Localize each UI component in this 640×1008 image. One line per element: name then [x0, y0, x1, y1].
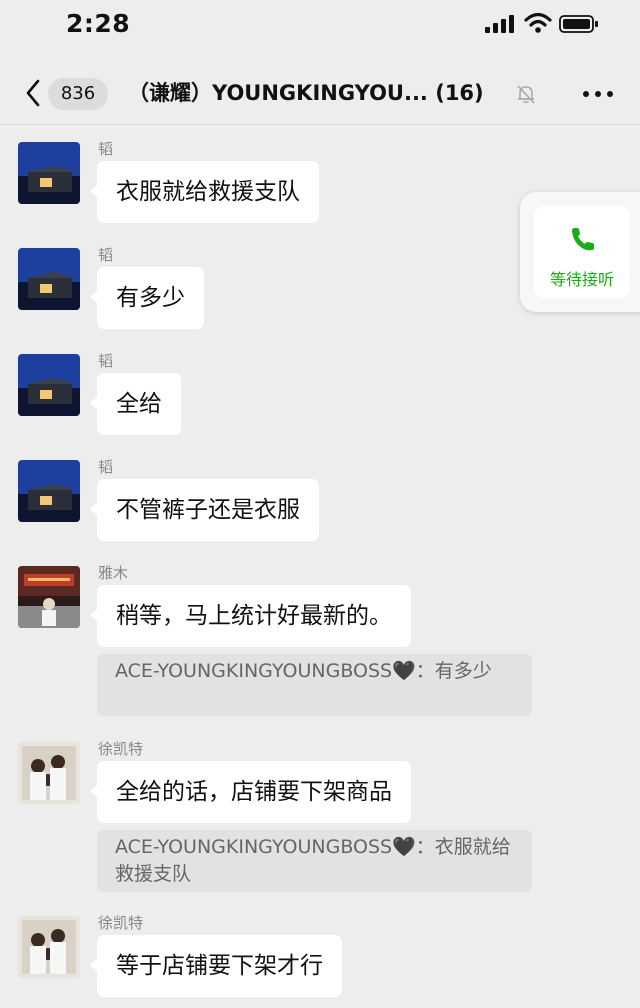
- avatar[interactable]: [18, 916, 80, 978]
- sender-name: 徐凯特: [98, 740, 144, 758]
- back-arrow-icon[interactable]: [20, 76, 50, 110]
- battery-icon: [559, 15, 598, 33]
- sender-name: 韬: [98, 140, 114, 158]
- wifi-icon: [524, 12, 552, 33]
- chat-header: 836 （谦耀）YOUNGKINGYOU... (16): [0, 62, 640, 125]
- message-bubble[interactable]: 全给: [90, 373, 181, 435]
- voice-call-widget[interactable]: 等待接听: [520, 192, 640, 312]
- mute-bell-icon: [517, 85, 535, 104]
- message-bubble[interactable]: 有多少: [90, 267, 204, 329]
- avatar[interactable]: [18, 354, 80, 416]
- status-bar: 2:28: [0, 0, 640, 50]
- avatar[interactable]: [18, 742, 80, 804]
- message-bubble[interactable]: 全给的话，店铺要下架商品: [90, 761, 411, 823]
- more-options-icon[interactable]: [578, 84, 618, 104]
- sender-name: 徐凯特: [98, 914, 144, 932]
- avatar[interactable]: [18, 566, 80, 628]
- phone-icon: [572, 228, 594, 251]
- chat-title: （谦耀）YOUNGKINGYOU... (16): [128, 81, 484, 105]
- call-status-label: 等待接听: [549, 270, 614, 289]
- sender-name: 雅木: [98, 564, 129, 582]
- message-bubble[interactable]: 不管裤子还是衣服: [90, 479, 319, 541]
- message-bubble[interactable]: 等于店铺要下架才行: [90, 935, 342, 997]
- sender-name: 韬: [98, 246, 114, 264]
- message-bubble[interactable]: 衣服就给救援支队: [90, 161, 319, 223]
- quoted-message[interactable]: ACE-YOUNGKINGYOUNGBOSS🖤：衣服就给救援支队: [97, 830, 532, 892]
- sender-name: 韬: [98, 458, 114, 476]
- call-widget-inner[interactable]: 等待接听: [534, 206, 630, 298]
- avatar[interactable]: [18, 248, 80, 310]
- message-bubble[interactable]: 稍等，马上统计好最新的。: [90, 585, 411, 647]
- quoted-message[interactable]: ACE-YOUNGKINGYOUNGBOSS🖤：有多少: [97, 654, 532, 716]
- avatar[interactable]: [18, 142, 80, 204]
- unread-count-badge[interactable]: 836: [48, 78, 108, 110]
- sender-name: 韬: [98, 352, 114, 370]
- cellular-signal-icon: [485, 15, 514, 33]
- avatar[interactable]: [18, 460, 80, 522]
- status-time: 2:28: [66, 9, 131, 38]
